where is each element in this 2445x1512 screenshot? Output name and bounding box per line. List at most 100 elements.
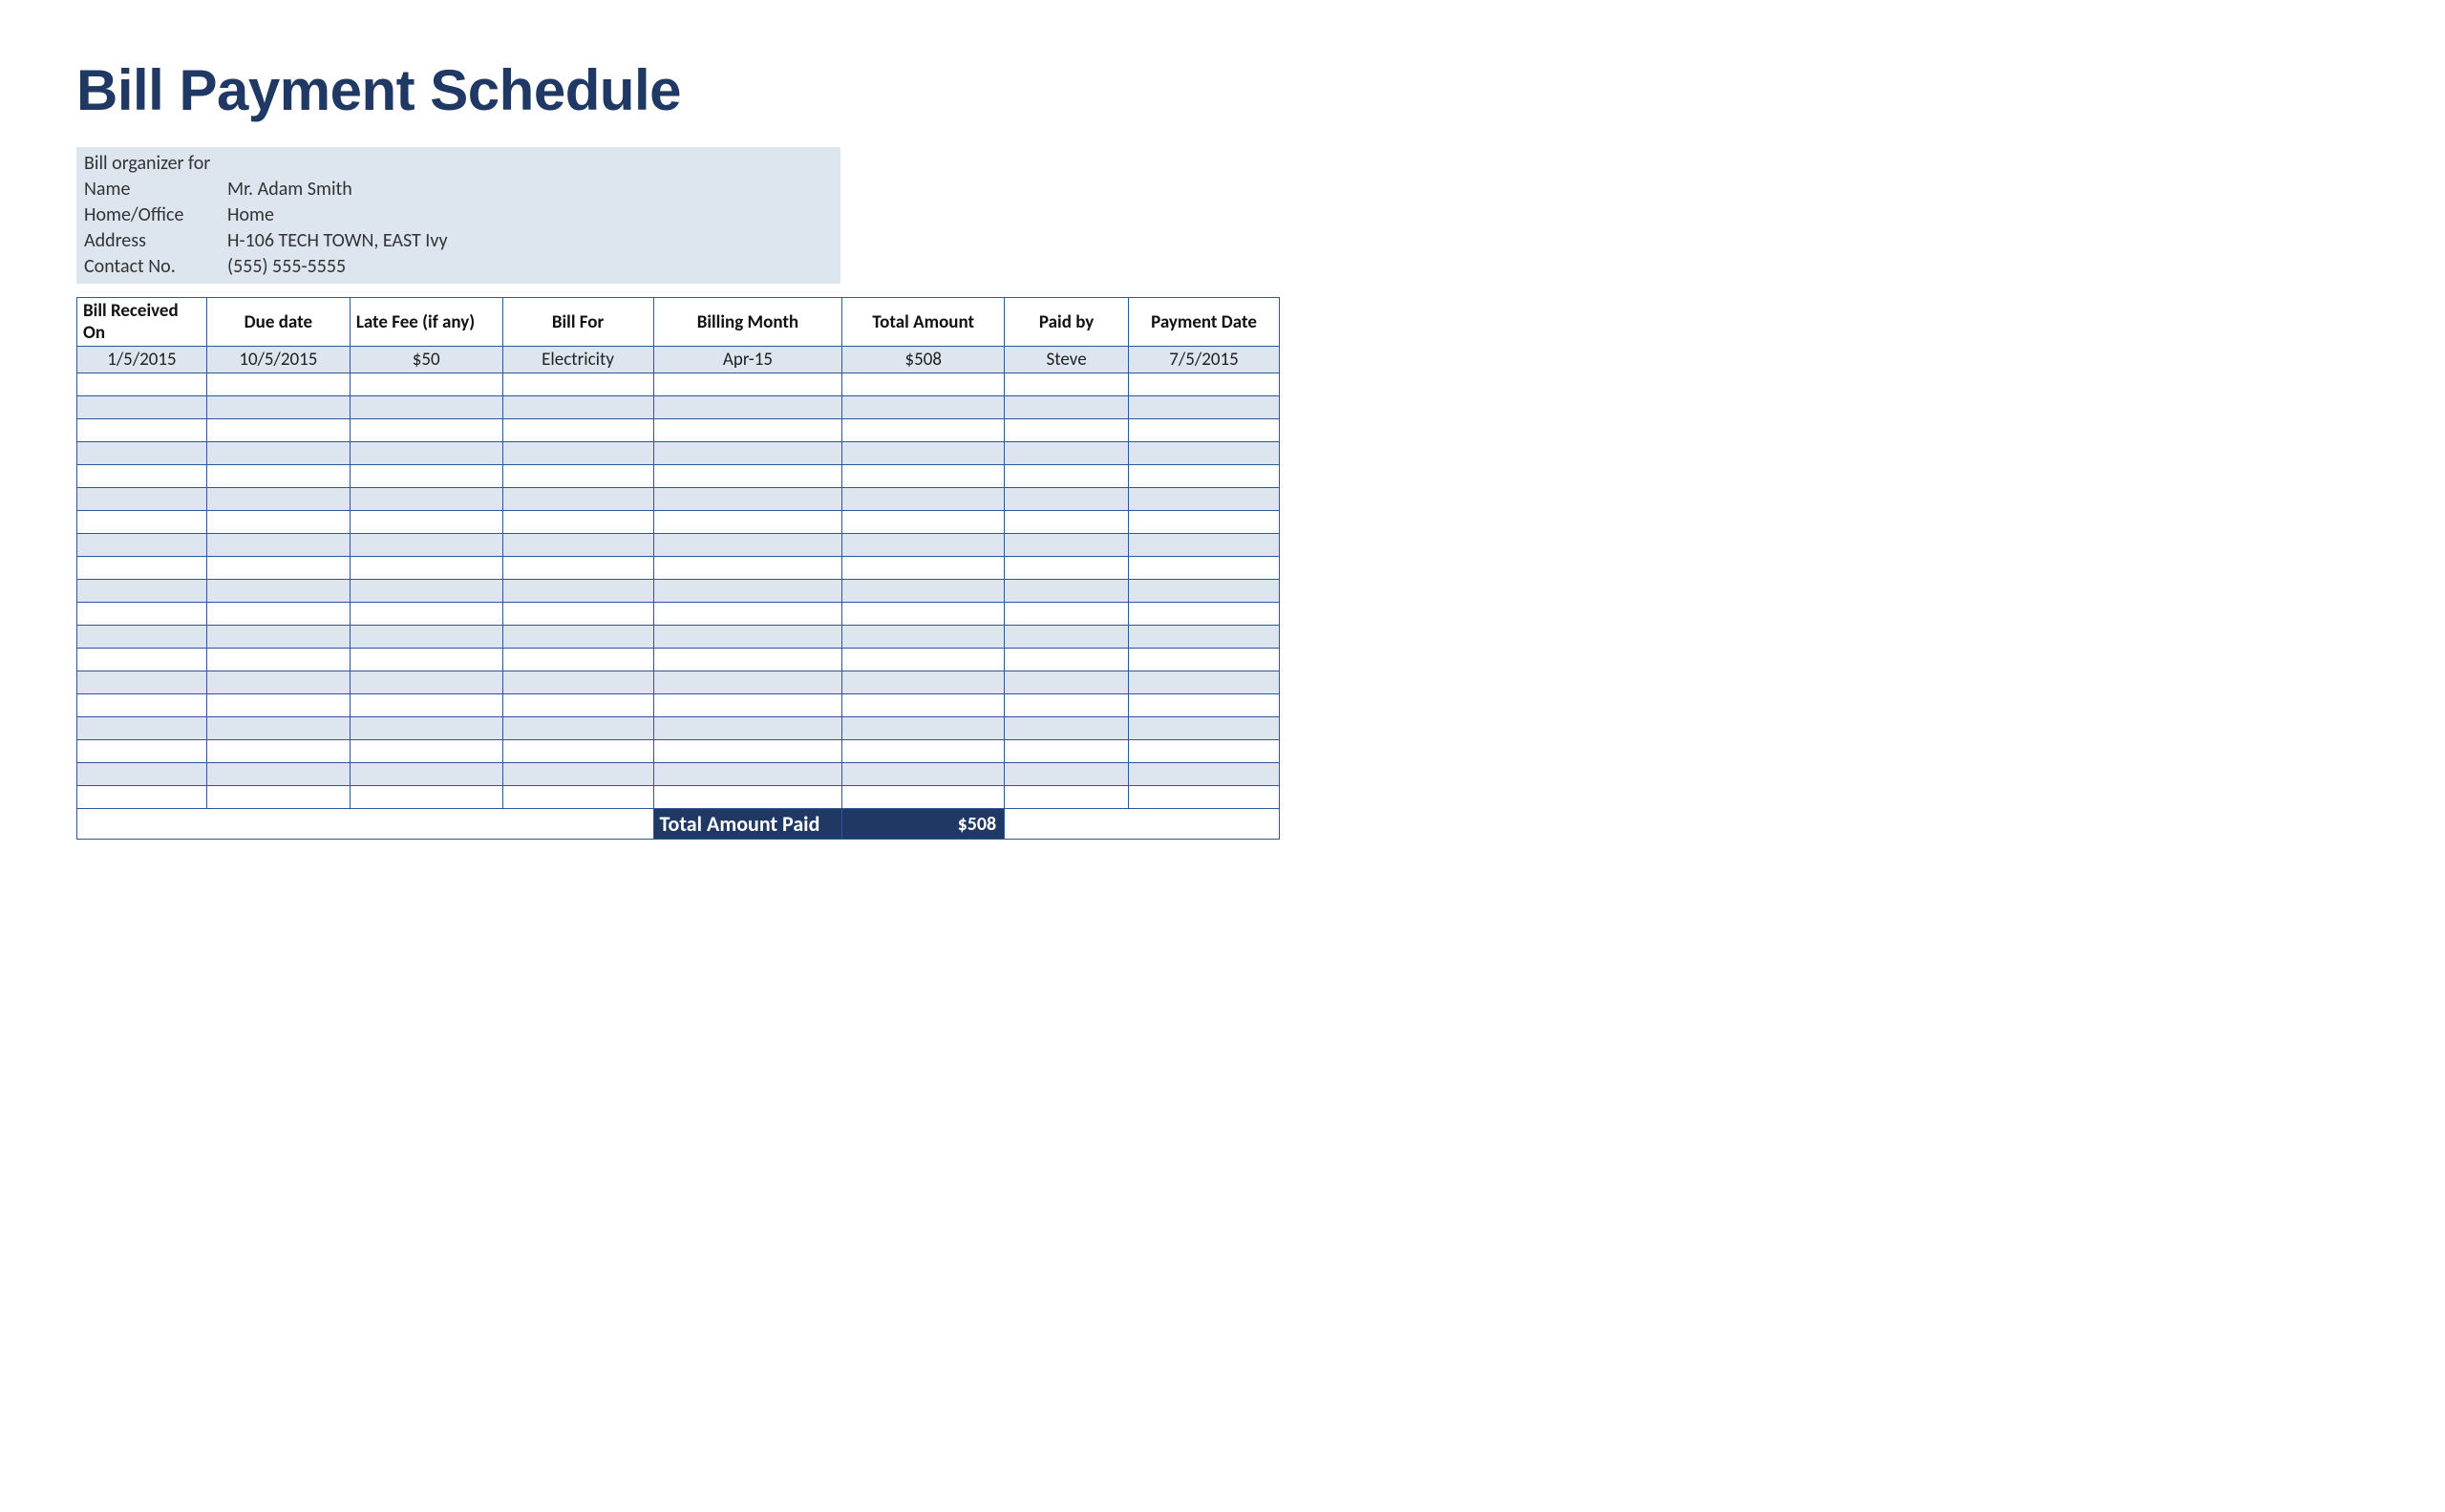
info-label-name: Name: [84, 177, 227, 202]
table-cell: [1129, 442, 1280, 465]
table-cell: Electricity: [502, 347, 653, 373]
info-value-contact: (555) 555-5555: [227, 254, 833, 280]
table-cell: [350, 419, 502, 442]
table-cell: [206, 671, 350, 694]
table-cell: [842, 740, 1005, 763]
info-value-name: Mr. Adam Smith: [227, 177, 833, 202]
table-cell: [206, 740, 350, 763]
table-cell: [77, 603, 207, 626]
info-heading: Bill organizer for: [84, 151, 227, 177]
table-cell: [1005, 557, 1129, 580]
table-cell: [842, 511, 1005, 534]
table-cell: [502, 419, 653, 442]
col-due-date: Due date: [206, 298, 350, 347]
table-cell: [502, 717, 653, 740]
col-late-fee: Late Fee (if any): [350, 298, 502, 347]
page-title: Bill Payment Schedule: [76, 57, 2369, 123]
table-cell: [653, 626, 842, 649]
table-cell: [77, 488, 207, 511]
table-cell: [653, 373, 842, 396]
table-cell: [842, 763, 1005, 786]
footer-gap-right: [1005, 809, 1280, 840]
table-cell: [1005, 580, 1129, 603]
table-cell: [350, 488, 502, 511]
table-cell: [206, 442, 350, 465]
table-cell: [1129, 763, 1280, 786]
table-cell: [1129, 534, 1280, 557]
table-cell: [502, 786, 653, 809]
table-cell: [502, 557, 653, 580]
table-cell: [350, 694, 502, 717]
table-cell: [653, 419, 842, 442]
footer-gap: [77, 809, 654, 840]
table-cell: [206, 603, 350, 626]
table-cell: [350, 534, 502, 557]
table-cell: [842, 534, 1005, 557]
table-cell: [206, 419, 350, 442]
table-cell: [1005, 671, 1129, 694]
table-cell: [1129, 603, 1280, 626]
table-cell: 7/5/2015: [1129, 347, 1280, 373]
table-cell: Apr-15: [653, 347, 842, 373]
table-cell: [842, 626, 1005, 649]
table-cell: [653, 557, 842, 580]
table-cell: [206, 649, 350, 671]
table-cell: [1129, 786, 1280, 809]
table-row: [77, 626, 1280, 649]
table-cell: 1/5/2015: [77, 347, 207, 373]
table-cell: [77, 373, 207, 396]
table-row: [77, 580, 1280, 603]
info-value-home-office: Home: [227, 202, 833, 228]
table-cell: [653, 511, 842, 534]
table-cell: [1005, 649, 1129, 671]
table-cell: [502, 671, 653, 694]
table-cell: [350, 717, 502, 740]
schedule-table: Bill Received On Due date Late Fee (if a…: [76, 297, 1280, 840]
table-cell: [653, 465, 842, 488]
table-cell: [350, 626, 502, 649]
footer-value: $508: [842, 809, 1005, 840]
table-cell: [842, 465, 1005, 488]
table-cell: [350, 396, 502, 419]
info-label-address: Address: [84, 228, 227, 254]
table-row: [77, 717, 1280, 740]
table-cell: [77, 717, 207, 740]
footer-row: Total Amount Paid $508: [77, 809, 1280, 840]
table-cell: [502, 763, 653, 786]
table-cell: [842, 649, 1005, 671]
table-row: [77, 442, 1280, 465]
table-cell: [502, 373, 653, 396]
table-cell: [350, 465, 502, 488]
col-paid-by: Paid by: [1005, 298, 1129, 347]
info-label-contact: Contact No.: [84, 254, 227, 280]
table-cell: [1005, 419, 1129, 442]
table-cell: [502, 396, 653, 419]
table-cell: [206, 465, 350, 488]
table-cell: [653, 740, 842, 763]
table-cell: [1005, 396, 1129, 419]
table-row: [77, 396, 1280, 419]
table-cell: [350, 649, 502, 671]
table-cell: [502, 442, 653, 465]
col-total-amount: Total Amount: [842, 298, 1005, 347]
table-cell: [1129, 717, 1280, 740]
table-cell: 10/5/2015: [206, 347, 350, 373]
table-cell: [350, 763, 502, 786]
table-cell: [1129, 626, 1280, 649]
table-cell: [502, 488, 653, 511]
table-cell: [842, 442, 1005, 465]
table-row: [77, 511, 1280, 534]
table-cell: [1129, 419, 1280, 442]
table-cell: [842, 557, 1005, 580]
table-cell: $508: [842, 347, 1005, 373]
table-cell: [1129, 511, 1280, 534]
table-cell: [350, 740, 502, 763]
table-cell: [77, 534, 207, 557]
table-cell: [1005, 511, 1129, 534]
table-cell: [350, 671, 502, 694]
table-cell: [206, 511, 350, 534]
table-cell: [77, 763, 207, 786]
table-cell: [206, 488, 350, 511]
col-bill-for: Bill For: [502, 298, 653, 347]
table-cell: [206, 763, 350, 786]
